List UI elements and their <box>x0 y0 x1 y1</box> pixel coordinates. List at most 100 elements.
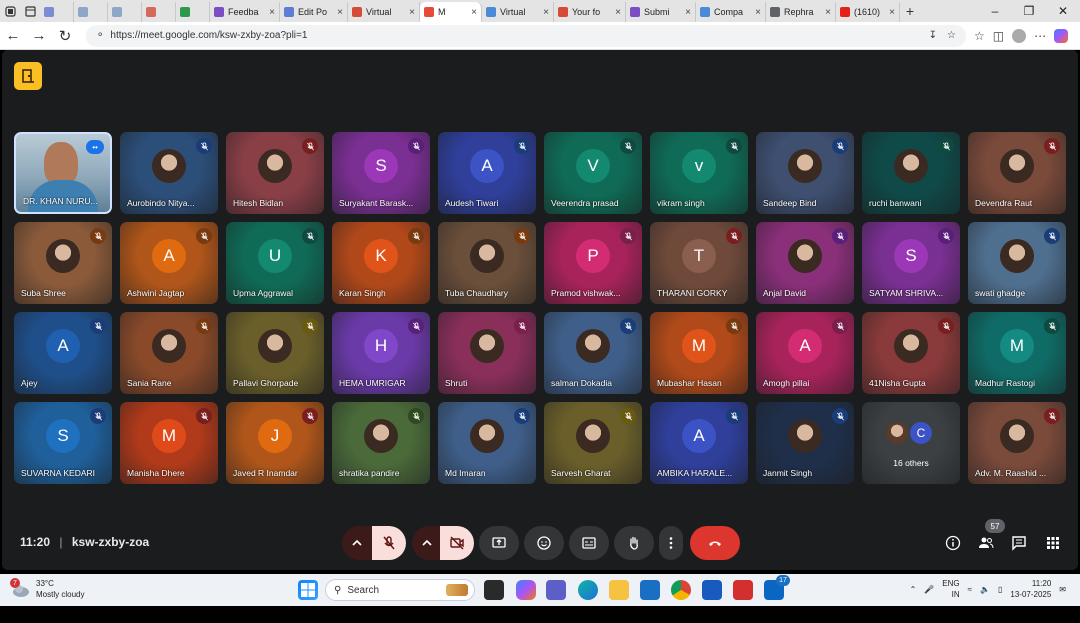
participant-tile[interactable]: v vikram singh <box>650 132 748 214</box>
tab-close-icon[interactable]: × <box>467 7 477 18</box>
participant-tile[interactable]: Sandeep Bind <box>756 132 854 214</box>
participant-tile[interactable]: A Audesh Tiwari <box>438 132 536 214</box>
participant-tile[interactable]: Pallavi Ghorpade <box>226 312 324 394</box>
start-button[interactable] <box>298 580 318 600</box>
reload-icon[interactable]: ↻ <box>52 27 78 45</box>
browser-tab[interactable]: M × <box>420 2 482 22</box>
leave-call-button[interactable] <box>690 526 740 560</box>
maximize-icon[interactable]: ❐ <box>1012 4 1046 18</box>
browser-tab[interactable] <box>176 2 210 22</box>
tab-close-icon[interactable]: × <box>751 7 761 18</box>
participant-tile[interactable]: S SATYAM SHRIVA... <box>862 222 960 304</box>
microphone-icon[interactable]: 🎤 <box>924 585 934 594</box>
tab-close-icon[interactable]: × <box>333 7 343 18</box>
clock[interactable]: 11:20 13-07-2025 <box>1010 578 1051 600</box>
chrome-icon[interactable] <box>671 580 691 600</box>
meeting-room-icon[interactable] <box>14 62 42 90</box>
browser-tab[interactable] <box>108 2 142 22</box>
new-tab-button[interactable]: + <box>900 0 920 22</box>
notifications-icon[interactable]: ✉ <box>1059 585 1066 594</box>
participant-tile[interactable]: Shruti <box>438 312 536 394</box>
browser-tab[interactable]: Your fo × <box>554 2 626 22</box>
participant-tile[interactable]: Anjal David <box>756 222 854 304</box>
tab-close-icon[interactable]: × <box>821 7 831 18</box>
collections-icon[interactable]: ◫ <box>993 29 1004 43</box>
browser-tab[interactable]: (1610) × <box>836 2 900 22</box>
battery-icon[interactable]: ▯ <box>998 585 1002 594</box>
participant-tile[interactable]: H HEMA UMRIGAR <box>332 312 430 394</box>
copilot-icon[interactable] <box>1054 28 1069 43</box>
browser-tab[interactable]: Compa × <box>696 2 766 22</box>
tab-close-icon[interactable]: × <box>611 7 621 18</box>
browser-tab[interactable]: Submi × <box>626 2 696 22</box>
volume-icon[interactable]: 🔈 <box>980 585 990 594</box>
participant-tile[interactable]: •• DR. KHAN NURU... <box>14 132 112 214</box>
taskbar-search[interactable]: ⚲ Search <box>325 579 475 601</box>
tab-close-icon[interactable]: × <box>539 7 549 18</box>
participant-tile[interactable]: Adv. M. Raashid ... <box>968 402 1066 484</box>
participant-tile[interactable]: J Javed R Inamdar <box>226 402 324 484</box>
participant-tile[interactable]: T THARANI GORKY <box>650 222 748 304</box>
copilot-app-icon[interactable] <box>516 580 536 600</box>
task-view-icon[interactable] <box>484 580 504 600</box>
browser-tab[interactable] <box>40 2 74 22</box>
participant-tile[interactable]: Sarvesh Gharat <box>544 402 642 484</box>
acrobat-icon[interactable] <box>733 580 753 600</box>
meeting-details-icon[interactable] <box>944 534 962 552</box>
raise-hand-button[interactable] <box>614 526 654 560</box>
participant-tile[interactable]: M Madhur Rastogi <box>968 312 1066 394</box>
tab-actions-icon[interactable] <box>20 0 40 22</box>
browser-tab[interactable]: Virtual × <box>348 2 420 22</box>
workspaces-icon[interactable] <box>0 0 20 22</box>
weather-widget[interactable]: 7 33°C Mostly cloudy <box>10 578 84 600</box>
chat-icon[interactable] <box>1010 534 1028 552</box>
browser-tab[interactable]: Rephra × <box>766 2 836 22</box>
captions-button[interactable] <box>569 526 609 560</box>
browser-tab[interactable]: Edit Po × <box>280 2 348 22</box>
profile-avatar[interactable] <box>1012 28 1027 43</box>
participant-tile[interactable]: 41Nisha Gupta <box>862 312 960 394</box>
people-icon[interactable] <box>977 534 995 552</box>
site-info-icon[interactable]: ⚬ <box>96 30 104 41</box>
download-icon[interactable]: ↧ <box>929 30 937 41</box>
browser-tab[interactable] <box>142 2 176 22</box>
participant-tile[interactable]: K Karan Singh <box>332 222 430 304</box>
participant-tile[interactable]: S SUVARNA KEDARI <box>14 402 112 484</box>
participant-tile[interactable]: C 16 others <box>862 402 960 484</box>
tab-close-icon[interactable]: × <box>681 7 691 18</box>
participant-tile[interactable]: U Upma Aggrawal <box>226 222 324 304</box>
language-indicator[interactable]: ENG IN <box>942 578 959 600</box>
reactions-button[interactable] <box>524 526 564 560</box>
store-icon[interactable]: 17 <box>764 575 790 600</box>
participant-tile[interactable]: shratika pandire <box>332 402 430 484</box>
participant-tile[interactable]: Sania Rane <box>120 312 218 394</box>
participant-tile[interactable]: V Veerendra prasad <box>544 132 642 214</box>
teams-icon[interactable] <box>546 580 566 600</box>
participant-tile[interactable]: S Suryakant Barask... <box>332 132 430 214</box>
file-explorer-icon[interactable] <box>609 580 629 600</box>
menu-dots-icon[interactable]: ⋯ <box>1034 29 1046 43</box>
show-hidden-icons[interactable]: ⌃ <box>910 585 917 594</box>
back-icon[interactable]: ← <box>0 27 26 44</box>
participant-tile[interactable]: Aurobindo Nitya... <box>120 132 218 214</box>
wifi-icon[interactable]: ≈ <box>968 585 972 594</box>
participant-tile[interactable]: M Mubashar Hasan <box>650 312 748 394</box>
browser-tab[interactable] <box>74 2 108 22</box>
tab-close-icon[interactable]: × <box>265 7 275 18</box>
participant-tile[interactable]: Tuba Chaudhary <box>438 222 536 304</box>
present-screen-button[interactable] <box>479 526 519 560</box>
participant-tile[interactable]: salman Dokadia <box>544 312 642 394</box>
participant-tile[interactable]: P Pramod vishwak... <box>544 222 642 304</box>
participant-tile[interactable]: ruchi banwani <box>862 132 960 214</box>
minimize-icon[interactable]: – <box>978 4 1012 18</box>
url-field[interactable]: ⚬ https://meet.google.com/ksw-zxby-zoa?p… <box>86 24 966 47</box>
participant-tile[interactable]: A Ajey <box>14 312 112 394</box>
participant-tile[interactable]: Md Imaran <box>438 402 536 484</box>
browser-tab[interactable]: Virtual × <box>482 2 554 22</box>
edge-icon[interactable] <box>578 580 598 600</box>
participant-tile[interactable]: M Manisha Dhere <box>120 402 218 484</box>
bookmark-star-icon[interactable]: ☆ <box>947 30 956 41</box>
favorites-icon[interactable]: ☆ <box>974 29 985 43</box>
close-window-icon[interactable]: ✕ <box>1046 4 1080 18</box>
video-options-button[interactable] <box>412 526 442 560</box>
